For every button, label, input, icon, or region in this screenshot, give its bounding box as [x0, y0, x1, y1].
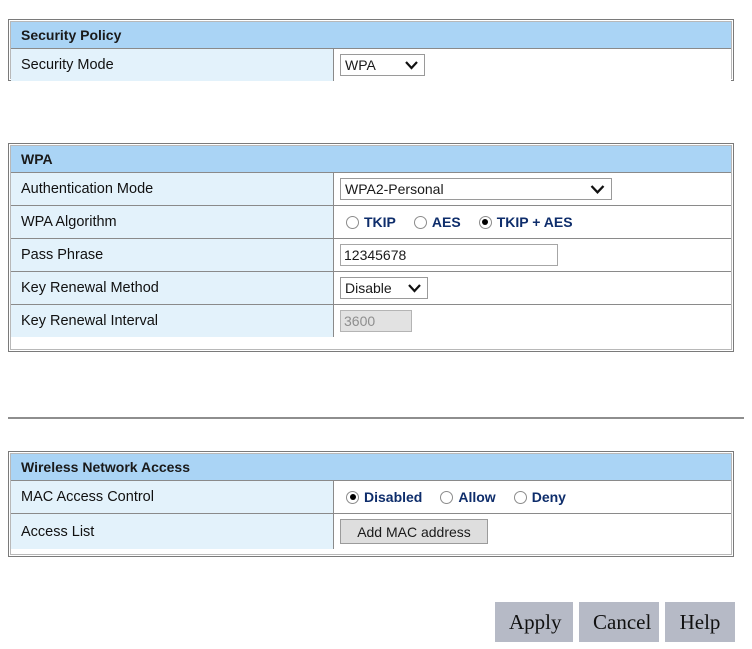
key-renewal-interval-value-cell — [334, 305, 731, 337]
security-mode-label: Security Mode — [11, 49, 334, 81]
radio-option-tkip[interactable]: TKIP — [346, 214, 396, 230]
table-row: Authentication Mode WPA2-Personal — [11, 173, 731, 206]
key-renewal-interval-input — [340, 310, 412, 332]
radio-indicator[interactable] — [413, 215, 427, 229]
radio-indicator[interactable] — [513, 490, 527, 504]
wpa-header: WPA — [11, 146, 731, 173]
key-renewal-method-label: Key Renewal Method — [11, 272, 334, 304]
wpa-table: WPA Authentication Mode WPA2-Personal WP… — [10, 145, 732, 350]
security-mode-select[interactable]: WPA — [340, 54, 425, 76]
table-row: WPA Algorithm TKIP AES TKIP + AES — [11, 206, 731, 239]
security-mode-select-wrapper: WPA — [340, 54, 425, 76]
radio-label: TKIP — [364, 214, 396, 230]
wireless-network-access-section: Wireless Network Access MAC Access Contr… — [8, 451, 734, 557]
mac-access-control-radio-group: Disabled Allow Deny — [346, 489, 566, 505]
authentication-mode-select[interactable]: WPA2-Personal — [340, 178, 612, 200]
security-policy-header: Security Policy — [11, 22, 731, 49]
wpa-algorithm-label: WPA Algorithm — [11, 206, 334, 238]
authentication-mode-label: Authentication Mode — [11, 173, 334, 205]
table-row: Key Renewal Interval — [11, 305, 731, 337]
radio-label: Disabled — [364, 489, 423, 505]
wpa-section: WPA Authentication Mode WPA2-Personal WP… — [8, 143, 734, 352]
access-list-value-cell: Add MAC address — [334, 514, 731, 549]
section-divider — [8, 417, 744, 419]
radio-indicator[interactable] — [346, 215, 359, 229]
mac-access-control-label: MAC Access Control — [11, 481, 334, 513]
wpa-algorithm-radio-group: TKIP AES TKIP + AES — [346, 214, 573, 230]
help-button[interactable]: Help — [665, 602, 735, 642]
pass-phrase-label: Pass Phrase — [11, 239, 334, 271]
radio-option-tkip-aes[interactable]: TKIP + AES — [478, 214, 573, 230]
key-renewal-method-value-cell: Disable — [334, 272, 731, 304]
pass-phrase-input[interactable] — [340, 244, 558, 266]
radio-label: Deny — [531, 489, 566, 505]
radio-label: TKIP + AES — [496, 214, 573, 230]
cancel-button[interactable]: Cancel — [579, 602, 659, 642]
radio-option-disabled[interactable]: Disabled — [346, 489, 422, 505]
access-list-label: Access List — [11, 514, 334, 549]
security-policy-section: Security Policy Security Mode WPA — [8, 19, 734, 81]
wireless-network-access-table: Wireless Network Access MAC Access Contr… — [10, 453, 732, 555]
table-row: Pass Phrase — [11, 239, 731, 272]
apply-button[interactable]: Apply — [495, 602, 573, 642]
table-row: MAC Access Control Disabled Allow Deny — [11, 481, 731, 514]
key-renewal-interval-label: Key Renewal Interval — [11, 305, 334, 337]
radio-option-allow[interactable]: Allow — [440, 489, 496, 505]
radio-label: AES — [431, 214, 461, 230]
mac-access-control-value-cell: Disabled Allow Deny — [334, 481, 731, 513]
key-renewal-method-select[interactable]: Disable — [340, 277, 428, 299]
key-renewal-method-select-wrapper: Disable — [340, 277, 428, 299]
pass-phrase-value-cell — [334, 239, 731, 271]
add-mac-address-button[interactable]: Add MAC address — [340, 519, 488, 544]
table-row: Security Mode WPA — [11, 49, 731, 81]
router-wireless-security-page: Security Policy Security Mode WPA WPA Au… — [0, 0, 752, 649]
security-policy-table: Security Policy Security Mode WPA — [10, 21, 732, 81]
table-row: Key Renewal Method Disable — [11, 272, 731, 305]
wpa-algorithm-value-cell: TKIP AES TKIP + AES — [334, 206, 731, 238]
radio-indicator[interactable] — [478, 215, 492, 229]
radio-label: Allow — [458, 489, 496, 505]
radio-indicator[interactable] — [346, 490, 359, 504]
authentication-mode-select-wrapper: WPA2-Personal — [340, 178, 612, 200]
table-row: Access List Add MAC address — [11, 514, 731, 549]
radio-option-deny[interactable]: Deny — [513, 489, 566, 505]
security-mode-value-cell: WPA — [334, 49, 731, 81]
radio-indicator[interactable] — [440, 490, 454, 504]
authentication-mode-value-cell: WPA2-Personal — [334, 173, 731, 205]
radio-option-aes[interactable]: AES — [413, 214, 461, 230]
form-action-bar: Apply Cancel Help — [495, 602, 735, 642]
wireless-network-access-header: Wireless Network Access — [11, 454, 731, 481]
